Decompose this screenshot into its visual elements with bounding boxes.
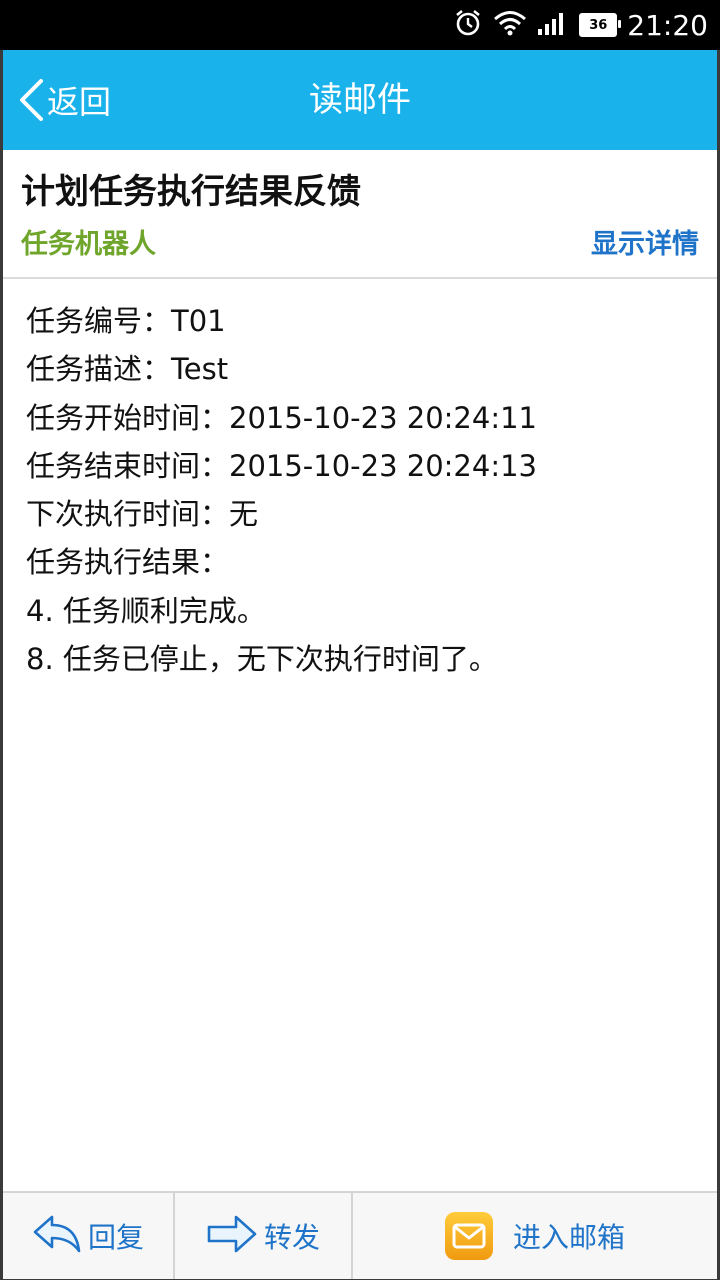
back-label: 返回	[47, 83, 112, 121]
alarm-icon	[453, 8, 483, 42]
mail-envelope-icon	[444, 1212, 493, 1260]
body-line: 任务执行结果：	[26, 545, 230, 580]
body-line: 任务开始时间：2015-10-23 20:24:11	[26, 400, 537, 435]
body-line: 任务描述：Test	[26, 352, 229, 387]
reply-button[interactable]: 回复	[3, 1193, 175, 1279]
battery-level: 36	[589, 17, 608, 33]
enter-mailbox-label: 进入邮箱	[512, 1221, 625, 1254]
status-clock: 21:20	[627, 8, 708, 42]
show-details-link[interactable]: 显示详情	[591, 222, 699, 261]
back-button[interactable]: 返回	[17, 50, 111, 150]
wifi-icon	[493, 10, 527, 40]
forward-label: 转发	[263, 1221, 320, 1254]
mail-body: 任务编号：T01 任务描述：Test 任务开始时间：2015-10-23 20:…	[26, 297, 696, 683]
body-line: 4. 任务顺利完成。	[26, 593, 266, 628]
battery-icon: 36	[579, 13, 622, 37]
enter-mailbox-button[interactable]: 进入邮箱	[353, 1193, 717, 1279]
app-header: 返回 读邮件	[3, 50, 717, 150]
body-line: 任务结束时间：2015-10-23 20:24:13	[26, 448, 537, 483]
body-line: 下次执行时间：无	[26, 497, 259, 532]
reply-arrow-icon	[32, 1214, 82, 1258]
reply-label: 回复	[87, 1221, 144, 1254]
body-line: 8. 任务已停止，无下次执行时间了。	[26, 642, 498, 677]
mail-header: 计划任务执行结果反馈 任务机器人 显示详情	[3, 150, 717, 279]
chevron-left-icon	[17, 78, 45, 122]
bottom-action-bar: 回复 转发 进入邮箱	[3, 1191, 717, 1279]
forward-arrow-icon	[206, 1214, 258, 1258]
mail-subject: 计划任务执行结果反馈	[21, 172, 361, 212]
forward-button[interactable]: 转发	[175, 1193, 353, 1279]
mail-sender: 任务机器人	[21, 229, 156, 260]
signal-icon	[537, 10, 569, 40]
status-icons: 36 21:20	[453, 0, 708, 50]
status-bar: 36 21:20	[0, 0, 720, 50]
body-line: 任务编号：T01	[26, 304, 226, 338]
